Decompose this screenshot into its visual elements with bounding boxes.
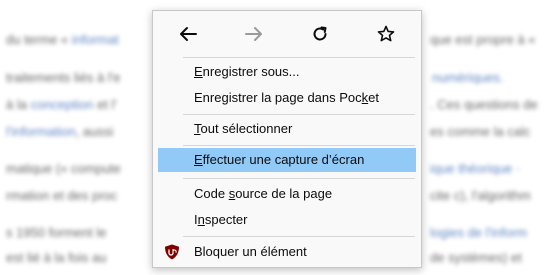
menu-item-save-as[interactable]: Enregistrer sous... [158,60,416,84]
menu-separator [183,114,415,115]
bg-text-line: que est propre à « [430,32,536,47]
menu-item-view-source[interactable]: Code source de la page [158,182,416,206]
menu-item-take-screenshot[interactable]: Effectuer une capture d’écran [158,148,416,172]
bg-text-line: ique théorique · [430,161,521,176]
bg-text-line: de systèmes) et [430,250,522,265]
menu-separator [183,57,415,58]
bg-text-line: est lié à la fois au [6,250,107,265]
bg-text-line: traitements liés à l'e [6,70,121,85]
bg-text-line: logies de l'inform [430,225,528,240]
menu-item-select-all[interactable]: Tout sélectionner [158,117,416,141]
bg-text-line: du terme « informat [6,32,119,47]
menu-item-save-to-pocket[interactable]: Enregistrer la page dans Pocket [158,86,416,110]
bg-text-line: numériques. [432,70,504,85]
menu-separator [183,236,415,237]
forward-button[interactable] [239,19,269,49]
menu-separator [183,145,415,146]
bg-text-line: es comme la calc [430,124,531,139]
menu-item-block-element[interactable]: Bloquer un élément [158,240,416,264]
arrow-right-icon [245,27,262,41]
bg-text-line: rmation et des proc [6,188,118,203]
menu-item-inspect[interactable]: Inspecter [158,208,416,232]
bg-text-line: cite c), l'algorithm [430,188,531,203]
menu-separator [183,178,415,179]
reload-button[interactable] [305,19,335,49]
bg-text-line: à la conception et l' [6,97,117,112]
bg-text-line: s 1950 forment le [6,225,107,240]
bg-text-line: l'information, aussi [6,124,114,139]
bg-text-line: matique (« compute [6,161,121,176]
bookmark-button[interactable] [371,19,401,49]
bg-text-line: . Ces questions de [430,97,538,112]
back-button[interactable] [173,19,203,49]
ublock-origin-icon [165,244,179,260]
context-menu: Enregistrer sous... Enregistrer la page … [152,10,422,268]
star-icon [377,25,395,42]
reload-icon [313,26,327,41]
navigation-row [153,11,421,57]
arrow-left-icon [180,27,197,41]
